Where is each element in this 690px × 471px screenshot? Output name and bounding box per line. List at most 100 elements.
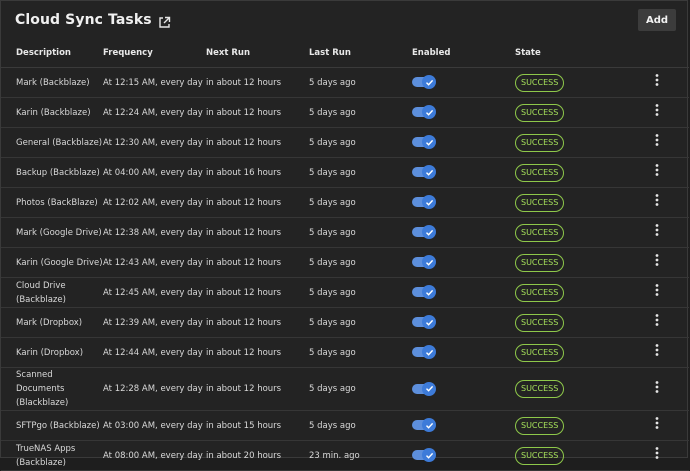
table-row[interactable]: Karin (Google Drive) At 12:43 AM, every … bbox=[1, 247, 689, 278]
task-frequency: At 12:43 AM, every day bbox=[103, 247, 206, 278]
enabled-toggle[interactable] bbox=[412, 135, 436, 149]
enabled-toggle[interactable] bbox=[412, 255, 436, 269]
check-icon bbox=[425, 422, 433, 429]
enabled-toggle[interactable] bbox=[412, 195, 436, 209]
table-row[interactable]: Karin (Dropbox) At 12:44 AM, every day i… bbox=[1, 337, 689, 368]
table-row[interactable]: Mark (Dropbox) At 12:39 AM, every day in… bbox=[1, 307, 689, 338]
table-row[interactable]: Photos (BackBlaze) At 12:02 AM, every da… bbox=[1, 187, 689, 218]
task-frequency: At 12:02 AM, every day bbox=[103, 187, 206, 218]
task-description: Mark (Dropbox) bbox=[1, 307, 103, 338]
state-cell: SUCCESS bbox=[515, 187, 635, 218]
task-next-run: in about 12 hours bbox=[206, 337, 309, 368]
status-badge[interactable]: SUCCESS bbox=[515, 380, 565, 398]
toggle-knob bbox=[422, 285, 436, 299]
more-vert-icon[interactable] bbox=[651, 223, 663, 237]
state-cell: SUCCESS bbox=[515, 277, 635, 308]
enabled-toggle[interactable] bbox=[412, 75, 436, 89]
enabled-toggle[interactable] bbox=[412, 418, 436, 432]
enabled-toggle[interactable] bbox=[412, 448, 436, 462]
enabled-cell bbox=[412, 247, 515, 278]
column-header-frequency[interactable]: Frequency bbox=[103, 39, 206, 68]
toggle-knob bbox=[422, 418, 436, 432]
status-badge[interactable]: SUCCESS bbox=[515, 283, 565, 302]
more-vert-icon[interactable] bbox=[651, 163, 663, 177]
table-row[interactable]: Backup (Backblaze) At 04:00 AM, every da… bbox=[1, 157, 689, 188]
check-icon bbox=[425, 169, 433, 176]
more-vert-icon[interactable] bbox=[651, 283, 663, 297]
more-vert-icon[interactable] bbox=[651, 446, 663, 460]
check-icon bbox=[425, 139, 433, 146]
enabled-toggle[interactable] bbox=[412, 165, 436, 179]
state-cell: SUCCESS bbox=[515, 367, 635, 411]
enabled-cell bbox=[412, 67, 515, 98]
actions-cell bbox=[635, 367, 689, 411]
tasks-table: Description Frequency Next Run Last Run … bbox=[1, 39, 689, 471]
task-next-run: in about 16 hours bbox=[206, 157, 309, 188]
task-last-run: 5 days ago bbox=[309, 410, 412, 441]
more-vert-icon[interactable] bbox=[651, 103, 663, 117]
more-vert-icon[interactable] bbox=[651, 73, 663, 87]
toggle-knob bbox=[422, 105, 436, 119]
actions-cell bbox=[635, 247, 689, 278]
enabled-toggle[interactable] bbox=[412, 105, 436, 119]
status-badge[interactable]: SUCCESS bbox=[515, 73, 565, 92]
enabled-toggle[interactable] bbox=[412, 345, 436, 359]
more-vert-icon[interactable] bbox=[651, 313, 663, 327]
open-in-new-icon[interactable] bbox=[158, 14, 171, 28]
column-header-enabled[interactable]: Enabled bbox=[412, 39, 515, 68]
status-badge[interactable]: SUCCESS bbox=[515, 313, 565, 332]
check-icon bbox=[425, 319, 433, 326]
check-icon bbox=[425, 289, 433, 296]
more-vert-icon[interactable] bbox=[651, 380, 663, 394]
status-badge[interactable]: SUCCESS bbox=[515, 223, 565, 242]
table-row[interactable]: Mark (Google Drive) At 12:38 AM, every d… bbox=[1, 217, 689, 248]
status-badge[interactable]: SUCCESS bbox=[515, 163, 565, 182]
task-next-run: in about 12 hours bbox=[206, 277, 309, 308]
more-vert-icon[interactable] bbox=[651, 416, 663, 430]
more-vert-icon[interactable] bbox=[651, 343, 663, 357]
task-next-run: in about 12 hours bbox=[206, 187, 309, 218]
state-cell: SUCCESS bbox=[515, 247, 635, 278]
status-badge[interactable]: SUCCESS bbox=[515, 253, 565, 272]
more-vert-icon[interactable] bbox=[651, 133, 663, 147]
actions-cell bbox=[635, 97, 689, 128]
status-badge[interactable]: SUCCESS bbox=[515, 103, 565, 122]
table-row[interactable]: General (Backblaze) At 12:30 AM, every d… bbox=[1, 127, 689, 158]
more-vert-icon[interactable] bbox=[651, 253, 663, 267]
enabled-toggle[interactable] bbox=[412, 315, 436, 329]
toggle-knob bbox=[422, 75, 436, 89]
task-frequency: At 12:38 AM, every day bbox=[103, 217, 206, 248]
table-row[interactable]: Karin (Backblaze) At 12:24 AM, every day… bbox=[1, 97, 689, 128]
column-header-actions bbox=[635, 39, 689, 68]
task-description: TrueNAS Apps (Backblaze) bbox=[1, 440, 103, 471]
state-cell: SUCCESS bbox=[515, 157, 635, 188]
state-cell: SUCCESS bbox=[515, 67, 635, 98]
column-header-description[interactable]: Description bbox=[1, 39, 103, 68]
state-cell: SUCCESS bbox=[515, 97, 635, 128]
status-badge[interactable]: SUCCESS bbox=[515, 446, 565, 465]
table-row[interactable]: Scanned Documents (Blackblaze) At 12:28 … bbox=[1, 367, 689, 411]
enabled-toggle[interactable] bbox=[412, 285, 436, 299]
actions-cell bbox=[635, 337, 689, 368]
column-header-state[interactable]: State bbox=[515, 39, 635, 68]
task-description: Mark (Google Drive) bbox=[1, 217, 103, 248]
status-badge[interactable]: SUCCESS bbox=[515, 133, 565, 152]
actions-cell bbox=[635, 157, 689, 188]
more-vert-icon[interactable] bbox=[651, 193, 663, 207]
add-button[interactable]: Add bbox=[638, 9, 676, 31]
status-badge[interactable]: SUCCESS bbox=[515, 343, 565, 362]
table-row[interactable]: Cloud Drive (Backblaze) At 12:45 AM, eve… bbox=[1, 277, 689, 308]
status-badge[interactable]: SUCCESS bbox=[515, 416, 565, 435]
enabled-toggle[interactable] bbox=[412, 225, 436, 239]
status-badge[interactable]: SUCCESS bbox=[515, 193, 565, 212]
task-next-run: in about 20 hours bbox=[206, 440, 309, 471]
table-row[interactable]: SFTPgo (Backblaze) At 03:00 AM, every da… bbox=[1, 410, 689, 441]
column-header-last-run[interactable]: Last Run bbox=[309, 39, 412, 68]
table-row[interactable]: TrueNAS Apps (Backblaze) At 08:00 AM, ev… bbox=[1, 440, 689, 471]
task-frequency: At 12:45 AM, every day bbox=[103, 277, 206, 308]
task-frequency: At 12:24 AM, every day bbox=[103, 97, 206, 128]
table-row[interactable]: Mark (Backblaze) At 12:15 AM, every day … bbox=[1, 67, 689, 98]
check-icon bbox=[425, 452, 433, 459]
column-header-next-run[interactable]: Next Run bbox=[206, 39, 309, 68]
enabled-toggle[interactable] bbox=[412, 381, 436, 396]
